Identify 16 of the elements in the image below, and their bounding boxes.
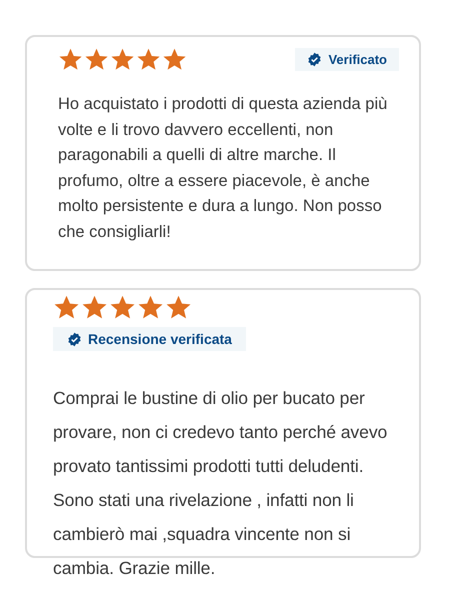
star-icon bbox=[81, 294, 108, 321]
verified-label: Recensione verificata bbox=[88, 331, 232, 347]
star-icon bbox=[165, 294, 192, 321]
verified-check-icon bbox=[67, 332, 82, 346]
star-icon bbox=[53, 294, 80, 321]
verified-label: Verificato bbox=[328, 52, 387, 67]
star-icon bbox=[110, 47, 135, 72]
star-icon bbox=[137, 294, 164, 321]
star-icon bbox=[162, 47, 187, 72]
star-icon bbox=[109, 294, 136, 321]
star-icon bbox=[58, 47, 83, 72]
review-text: Ho acquistato i prodotti di questa azienda più volte e li trovo davvero eccellenti, non paragonabili a quelli di altre marche. Il profumo, oltre a essere piacevole, è anche molto persistente e dura a lungo. Non posso che consigliarli! bbox=[58, 94, 388, 242]
star-icon bbox=[84, 47, 109, 72]
star-icon bbox=[136, 47, 161, 72]
review-text: Comprai le bustine di olio per bucato per provare, non ci credevo tanto perché avevo provato tantissimi prodotti tutti deludenti. Sono stati una rivelazione , infatti non li cambierò mai ,squadra vincente non si cambia. Grazie mille. bbox=[53, 387, 388, 580]
verified-check-icon bbox=[307, 52, 322, 67]
